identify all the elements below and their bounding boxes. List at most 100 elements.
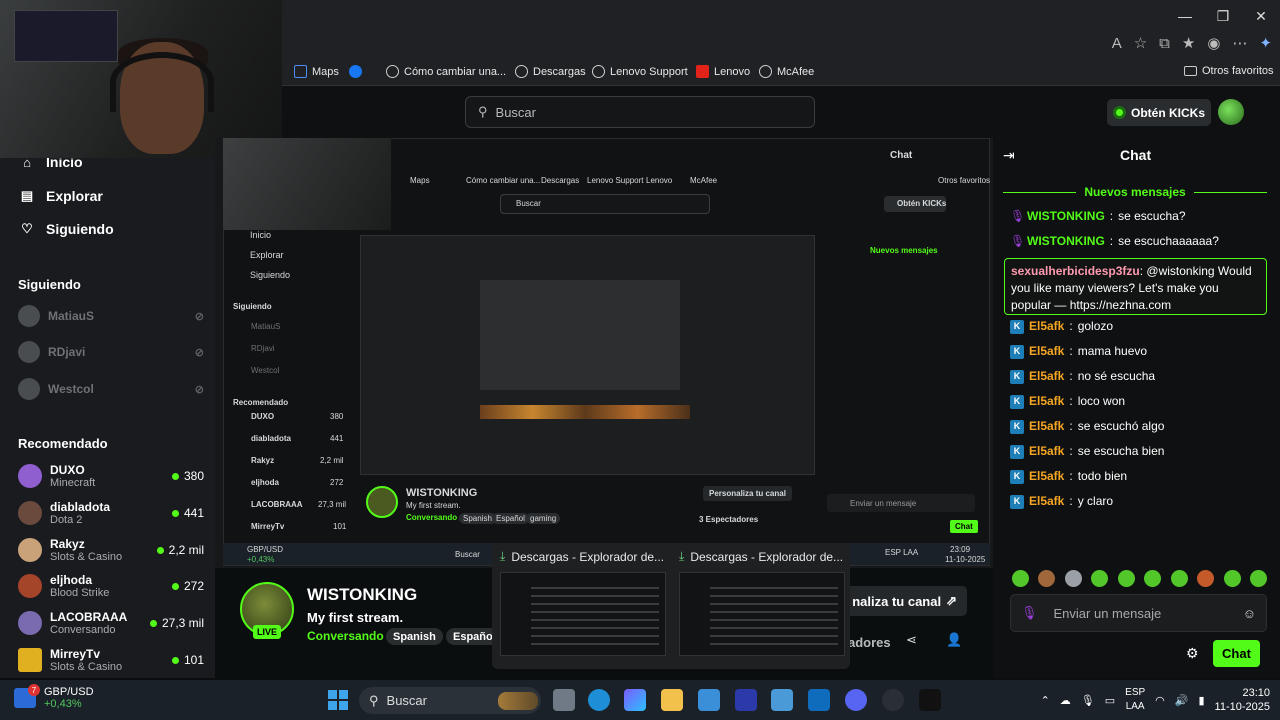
stream-category[interactable]: Conversando xyxy=(307,629,384,643)
following-item[interactable]: MatiauS ⊘ xyxy=(18,305,204,327)
fav-como-cambiar[interactable]: Cómo cambiar una... xyxy=(386,65,506,78)
paint-app-icon[interactable] xyxy=(771,689,793,711)
language-indicator[interactable]: ESP LAA xyxy=(1125,686,1145,714)
recommended-item[interactable]: DUXO Minecraft 380 xyxy=(18,458,204,494)
maximize-button[interactable]: ❐ xyxy=(1204,0,1242,32)
explorer-preview[interactable]: ⤓ Descargas - Explorador de... xyxy=(679,549,851,663)
nested-streamer-name: WISTONKING xyxy=(406,487,478,499)
lenovo-icon xyxy=(696,65,709,78)
nested-new-msgs: Nuevos mensajes xyxy=(870,246,938,255)
edge-browser-icon[interactable] xyxy=(588,689,610,711)
favorites-icon[interactable]: ★ xyxy=(1182,34,1195,52)
favorite-star-icon[interactable]: ☆ xyxy=(1134,34,1147,52)
user-avatar[interactable] xyxy=(1218,99,1244,125)
minimize-button[interactable]: — xyxy=(1166,0,1204,32)
display-icon[interactable]: ▭ xyxy=(1105,694,1115,707)
close-button[interactable]: ✕ xyxy=(1242,0,1280,32)
obs-icon[interactable] xyxy=(882,689,904,711)
emote-icon[interactable] xyxy=(1223,570,1241,587)
sidebar-item-explorar[interactable]: ▤ Explorar xyxy=(20,188,103,204)
recommended-item[interactable]: diabladota Dota 2 441 xyxy=(18,495,204,531)
battery-icon[interactable]: ▮ xyxy=(1198,694,1204,707)
globe-icon xyxy=(386,65,399,78)
nested-date: 11-10-2025 xyxy=(945,555,986,564)
file-explorer-icon[interactable] xyxy=(661,689,683,711)
stock-widget[interactable]: 7 GBP/USD +0,43% xyxy=(14,684,94,710)
copilot-app-icon[interactable] xyxy=(624,689,646,711)
emote-icon[interactable] xyxy=(1012,570,1029,587)
fav-maps[interactable]: Maps xyxy=(294,65,339,78)
kick-badge-icon: K xyxy=(1010,369,1024,384)
chat-message: K El5afk: todo bien xyxy=(1010,468,1270,485)
mic-tray-icon[interactable]: 🎙 xyxy=(1081,694,1095,707)
call-of-duty-icon[interactable] xyxy=(919,689,941,711)
nested-fav: McAfee xyxy=(690,176,718,185)
sidebar-item-siguiendo[interactable]: ♡ Siguiendo xyxy=(20,221,114,237)
add-user-icon[interactable]: 👤 xyxy=(946,632,962,648)
emote-icon[interactable] xyxy=(1197,570,1215,587)
nested-rec: DUXO xyxy=(251,412,275,421)
volume-icon[interactable]: 🔊 xyxy=(1175,694,1189,707)
fav-lenovo-support[interactable]: Lenovo Support xyxy=(592,65,688,78)
clock[interactable]: 23:10 11-10-2025 xyxy=(1215,686,1270,714)
taskbar-search[interactable]: ⚲ Buscar xyxy=(359,687,541,714)
wifi-icon[interactable]: ◠ xyxy=(1155,694,1165,707)
emote-icon[interactable] xyxy=(1091,570,1109,587)
other-favorites[interactable]: Otros favoritos xyxy=(1184,65,1274,77)
customize-channel-button[interactable]: naliza tu canal ⇗ xyxy=(835,586,967,616)
emote-icon[interactable] xyxy=(1117,570,1135,587)
recommended-item[interactable]: MirreyTv Slots & Casino 101 xyxy=(18,642,204,678)
windows-start-icon[interactable] xyxy=(328,690,348,710)
chat-message: K El5afk: golozo xyxy=(1010,318,1270,335)
fav-lenovo[interactable]: Lenovo xyxy=(696,65,750,78)
microsoft-store-icon[interactable] xyxy=(698,689,720,711)
search-input[interactable]: ⚲ Buscar xyxy=(465,96,815,128)
gear-icon[interactable]: ⚙ xyxy=(1186,645,1199,662)
share-icon[interactable]: ⋖ xyxy=(906,632,917,648)
task-view-icon[interactable] xyxy=(553,689,575,711)
emote-icon[interactable] xyxy=(1038,570,1056,587)
fav-mcafee[interactable]: McAfee xyxy=(759,65,814,78)
profile-icon[interactable]: ◉ xyxy=(1207,34,1220,52)
chevron-up-icon[interactable]: ⌃ xyxy=(1041,694,1050,707)
microphone-icon: 🎙 xyxy=(1010,234,1026,248)
emote-icon[interactable] xyxy=(1170,570,1188,587)
cloud-icon[interactable]: ☁ xyxy=(1060,694,1071,707)
download-icon: ⤓ xyxy=(679,549,685,563)
discord-icon[interactable] xyxy=(845,689,867,711)
preview-thumbnail xyxy=(679,572,845,656)
kick-badge-icon: K xyxy=(1010,394,1024,409)
nested-category: Conversando xyxy=(406,513,458,522)
read-aloud-icon[interactable]: A xyxy=(1112,35,1122,52)
fav-facebook[interactable] xyxy=(349,65,362,78)
offline-icon: ⊘ xyxy=(194,383,204,396)
extensions-icon[interactable]: ⧉ xyxy=(1159,35,1170,52)
collapse-chat-icon[interactable]: ⇥ xyxy=(1003,147,1015,164)
stream-tag[interactable]: Spanish xyxy=(386,628,443,645)
live-dot-icon xyxy=(171,472,179,480)
emoji-icon[interactable]: ☺ xyxy=(1243,606,1256,621)
nested-rec-viewers: 27,3 mil xyxy=(318,500,347,509)
recommended-item[interactable]: LACOBRAAA Conversando 27,3 mil xyxy=(18,605,204,641)
explorer-preview[interactable]: ⤓ Descargas - Explorador de... xyxy=(500,549,672,663)
emote-icon[interactable] xyxy=(1249,570,1267,587)
emote-icon[interactable] xyxy=(1144,570,1162,587)
emote-icon[interactable] xyxy=(1064,570,1082,587)
chat-input[interactable]: 🎙 Enviar un mensaje ☺ xyxy=(1010,594,1267,632)
fav-descargas[interactable]: Descargas xyxy=(515,65,586,78)
outlook-icon[interactable] xyxy=(808,689,830,711)
recommended-item[interactable]: Rakyz Slots & Casino 2,2 mil xyxy=(18,532,204,568)
live-dot-icon xyxy=(171,582,179,590)
nested-tag: gaming xyxy=(526,513,561,524)
get-kicks-button[interactable]: Obtén KICKs xyxy=(1107,99,1211,126)
lenovo-app-icon[interactable] xyxy=(735,689,757,711)
nested-nav: Explorar xyxy=(250,250,284,260)
nested-taskbar-search: Buscar xyxy=(455,550,480,559)
recommended-item[interactable]: eljhoda Blood Strike 272 xyxy=(18,568,204,604)
copilot-icon[interactable]: ✦ xyxy=(1259,34,1272,52)
streamer-name[interactable]: WISTONKING xyxy=(307,585,417,605)
following-item[interactable]: Westcol ⊘ xyxy=(18,378,204,400)
following-item[interactable]: RDjavi ⊘ xyxy=(18,341,204,363)
send-chat-button[interactable]: Chat xyxy=(1213,640,1260,667)
more-icon[interactable]: ⋯ xyxy=(1232,34,1247,52)
